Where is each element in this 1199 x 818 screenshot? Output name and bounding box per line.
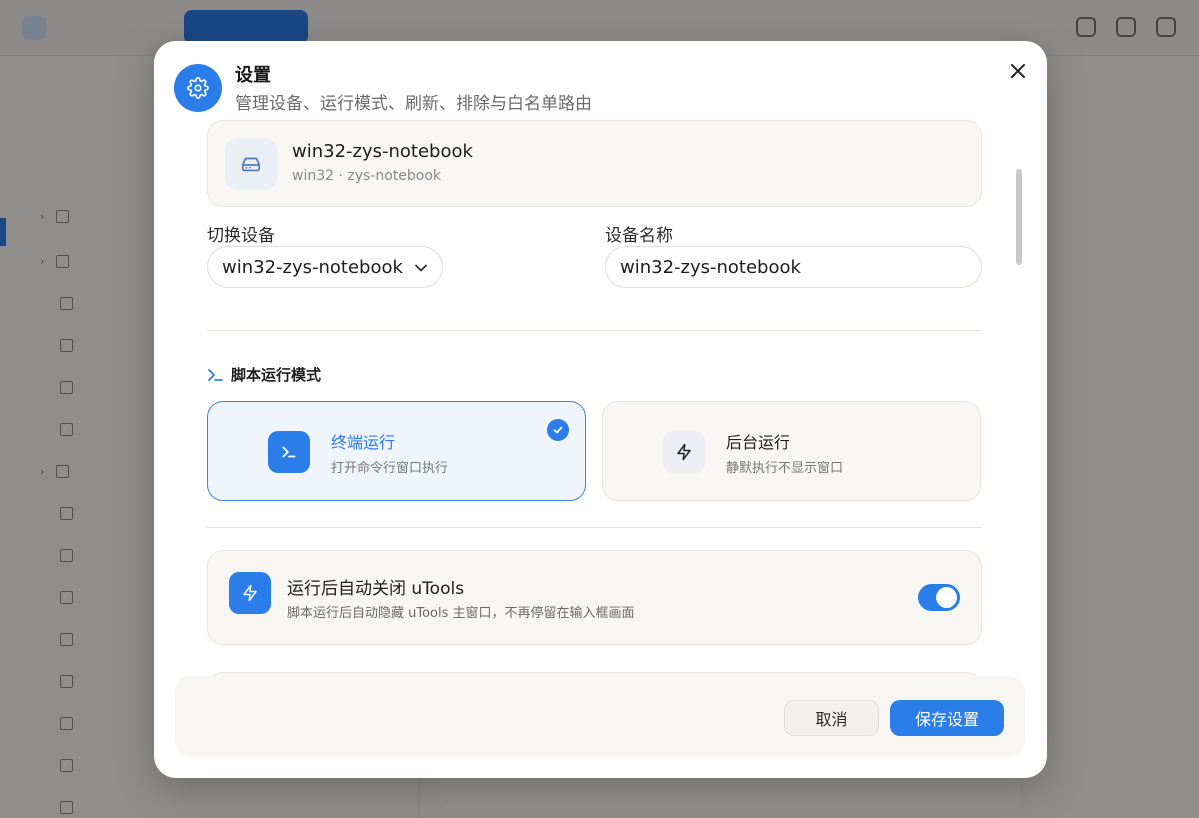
check-icon bbox=[547, 419, 569, 441]
settings-dialog: 设置 管理设备、运行模式、刷新、排除与白名单路由 win32-zys-noteb… bbox=[154, 41, 1047, 778]
run-mode-title: 终端运行 bbox=[331, 433, 396, 452]
scrollbar-thumb[interactable] bbox=[1016, 169, 1022, 265]
auto-close-option: 运行后自动关闭 uTools 脚本运行后自动隐藏 uTools 主窗口，不再停留… bbox=[207, 550, 982, 645]
run-mode-desc: 打开命令行窗口执行 bbox=[331, 461, 449, 476]
run-mode-background[interactable]: 后台运行 静默执行不显示窗口 bbox=[602, 401, 981, 501]
drive-icon bbox=[225, 138, 277, 190]
run-mode-title: 后台运行 bbox=[726, 433, 791, 452]
close-button[interactable] bbox=[1005, 58, 1031, 84]
auto-close-title: 运行后自动关闭 uTools bbox=[287, 579, 465, 599]
run-mode-heading: 脚本运行模式 bbox=[207, 364, 321, 385]
lightning-icon bbox=[229, 572, 271, 614]
device-platform: win32 · zys-notebook bbox=[292, 168, 442, 184]
switch-device-label: 切换设备 bbox=[207, 226, 275, 246]
dialog-footer: 取消 保存设置 bbox=[175, 676, 1025, 757]
auto-close-toggle[interactable] bbox=[918, 584, 960, 611]
dialog-subtitle: 管理设备、运行模式、刷新、排除与白名单路由 bbox=[235, 94, 592, 114]
run-mode-desc: 静默执行不显示窗口 bbox=[726, 461, 844, 476]
run-mode-terminal[interactable]: 终端运行 打开命令行窗口执行 bbox=[207, 401, 586, 501]
switch-device-value: win32-zys-notebook bbox=[222, 256, 403, 278]
current-device-card: win32-zys-notebook win32 · zys-notebook bbox=[207, 120, 982, 207]
chevron-down-icon bbox=[415, 264, 427, 272]
device-name-input[interactable] bbox=[605, 246, 982, 288]
run-mode-heading-text: 脚本运行模式 bbox=[231, 366, 322, 384]
device-name: win32-zys-notebook bbox=[292, 141, 473, 162]
device-name-label: 设备名称 bbox=[605, 226, 673, 246]
gear-icon bbox=[174, 64, 222, 112]
terminal-icon bbox=[268, 431, 310, 473]
lightning-icon bbox=[663, 431, 705, 473]
cancel-button[interactable]: 取消 bbox=[784, 700, 879, 736]
toggle-knob bbox=[936, 587, 957, 608]
switch-device-select[interactable]: win32-zys-notebook bbox=[207, 246, 443, 288]
divider bbox=[207, 527, 982, 528]
dialog-title: 设置 bbox=[235, 65, 271, 86]
auto-close-desc: 脚本运行后自动隐藏 uTools 主窗口，不再停留在输入框画面 bbox=[287, 606, 635, 621]
terminal-prompt-icon bbox=[208, 368, 223, 381]
divider bbox=[207, 330, 982, 331]
save-settings-button[interactable]: 保存设置 bbox=[890, 700, 1004, 736]
close-icon bbox=[1011, 64, 1025, 78]
